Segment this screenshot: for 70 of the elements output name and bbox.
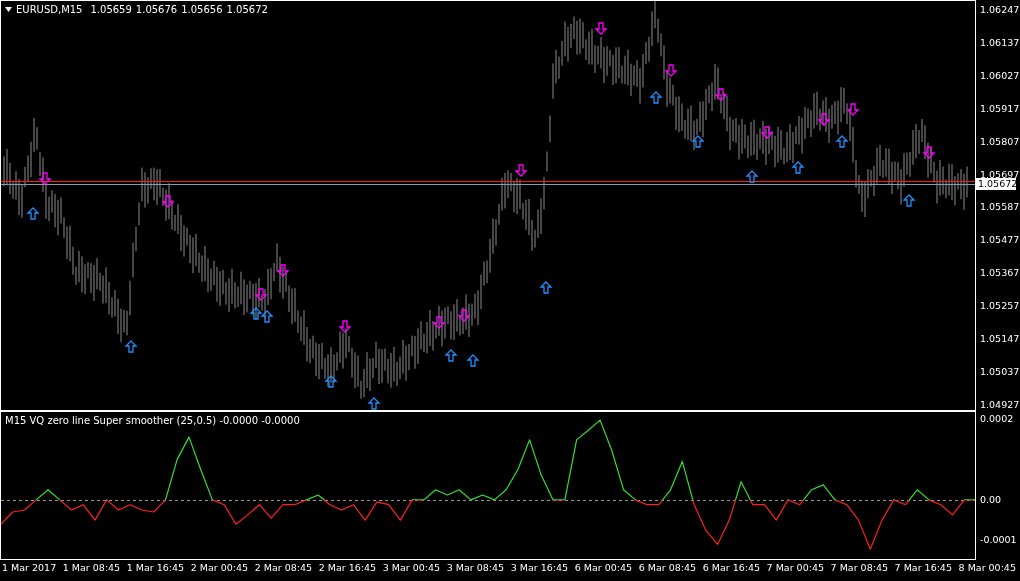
time-axis-label: 7 Mar 08:45 [830, 562, 888, 575]
price-axis-label: 1.05147 [979, 333, 1020, 346]
indicator-axis-label: 0.0002 [980, 412, 1014, 425]
time-axis-label: 1 Mar 08:45 [62, 562, 121, 575]
down-arrow-icon [594, 22, 608, 35]
time-axis-label: 6 Mar 08:45 [638, 562, 697, 575]
up-arrow-icon [466, 354, 480, 367]
chart-symbol: EURUSD,M15 [16, 4, 83, 15]
down-arrow-icon [817, 113, 831, 126]
time-axis-label: 2 Mar 16:45 [318, 562, 377, 575]
price-axis-label: 1.06137 [979, 36, 1020, 49]
time-axis-label: 6 Mar 16:45 [702, 562, 760, 575]
down-arrow-icon [457, 309, 471, 322]
indicator-title: M15 VQ zero line Super smoother (25,0.5) -0.0000 -0.0000 [5, 415, 300, 426]
down-arrow-icon [254, 288, 268, 301]
down-arrow-icon [514, 164, 528, 177]
ohlc-value: 1.05659 [90, 4, 132, 15]
price-axis-label: 1.05367 [979, 267, 1020, 280]
time-axis-label: 1 Mar 2017 [2, 562, 57, 575]
time-axis-label: 8 Mar 00:45 [958, 562, 1016, 575]
down-arrow-icon [664, 64, 678, 77]
ohlc-value: 1.05656 [181, 4, 223, 15]
up-arrow-icon [367, 397, 381, 410]
time-axis-label: 2 Mar 00:45 [190, 562, 249, 575]
up-arrow-icon [835, 135, 849, 148]
down-arrow-icon [432, 316, 446, 329]
price-axis-label: 1.05257 [979, 300, 1020, 313]
price-axis-label: 1.05587 [979, 201, 1020, 214]
up-arrow-icon [249, 307, 263, 320]
down-arrow-icon [276, 264, 290, 277]
up-arrow-icon [444, 349, 458, 362]
price-axis-label: 1.04927 [979, 398, 1020, 411]
up-arrow-icon [260, 310, 274, 323]
time-axis-label: 2 Mar 08:45 [254, 562, 313, 575]
down-arrow-icon [760, 126, 774, 139]
time-axis-label: 3 Mar 08:45 [446, 562, 505, 575]
price-axis-label: 1.05917 [979, 102, 1020, 115]
up-arrow-icon [902, 194, 916, 207]
time-axis-label: 3 Mar 16:45 [510, 562, 569, 575]
indicator-axis-label: -0.0001 [980, 534, 1017, 547]
price-axis-label: 1.05697 [979, 168, 1020, 180]
up-arrow-icon [791, 161, 805, 174]
down-arrow-icon [846, 103, 860, 116]
price-axis-label: 1.05037 [979, 365, 1020, 378]
up-arrow-icon [26, 207, 40, 220]
down-arrow-icon [38, 172, 52, 185]
time-axis-label: 3 Mar 00:45 [382, 562, 441, 575]
time-axis-label: 1 Mar 16:45 [126, 562, 185, 575]
ohlc-value: 1.05676 [135, 4, 178, 15]
up-arrow-icon [539, 281, 553, 294]
price-axis-label: 1.06027 [979, 69, 1020, 82]
time-axis-label: 7 Mar 00:45 [766, 562, 824, 575]
down-arrow-icon [161, 195, 175, 208]
indicator-axis-label: 0.00 [980, 493, 1002, 506]
up-arrow-icon [745, 170, 759, 183]
down-arrow-icon [922, 146, 936, 159]
up-arrow-icon [324, 375, 338, 388]
price-axis-label: 1.05477 [979, 234, 1020, 247]
time-axis-label: 7 Mar 16:45 [894, 562, 952, 575]
ohlc-value: 1.05672 [226, 4, 268, 15]
current-price-label: 1.05672 [976, 178, 1016, 190]
down-arrow-icon [338, 320, 352, 333]
dropdown-caret-icon[interactable] [5, 7, 12, 12]
price-axis-label: 1.05807 [979, 135, 1020, 148]
time-axis-label: 6 Mar 00:45 [574, 562, 633, 575]
up-arrow-icon [649, 91, 663, 104]
up-arrow-icon [124, 340, 138, 353]
down-arrow-icon [714, 88, 728, 101]
price-axis-label: 1.06247 [979, 4, 1020, 16]
up-arrow-icon [691, 135, 705, 148]
